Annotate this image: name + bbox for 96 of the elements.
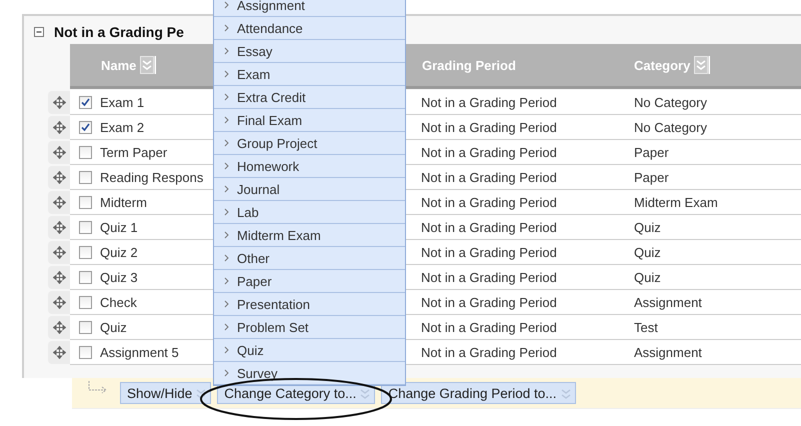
category: Paper	[634, 144, 669, 160]
row-checkbox[interactable]	[79, 270, 92, 284]
item-name: Quiz 1	[100, 220, 138, 234]
chevron-icon	[224, 47, 229, 55]
grading-period: Not in a Grading Period	[421, 194, 557, 210]
menu-item[interactable]: Final Exam	[214, 109, 405, 132]
chevron-icon	[224, 231, 229, 239]
row-checkbox[interactable]	[79, 220, 92, 234]
menu-item[interactable]: Survey	[214, 362, 405, 385]
move-icon[interactable]	[52, 96, 66, 109]
category: No Category	[634, 120, 707, 134]
item-name: Midterm	[100, 194, 147, 210]
action-button[interactable]: Show/Hide	[120, 382, 212, 404]
category: Paper	[634, 170, 669, 184]
collapse-icon[interactable]	[34, 27, 44, 37]
grading-period: Not in a Grading Period	[421, 120, 557, 134]
section-title: Not in a Grading Pe	[54, 24, 184, 40]
category: No Category	[634, 94, 707, 110]
move-icon[interactable]	[52, 271, 66, 284]
row-checkbox[interactable]	[79, 196, 92, 208]
menu-item[interactable]: Problem Set	[214, 316, 405, 339]
menu-item[interactable]: Paper	[214, 270, 405, 293]
category: Quiz	[634, 220, 661, 234]
move-icon[interactable]	[52, 196, 66, 209]
grading-period: Not in a Grading Period	[421, 144, 557, 160]
move-icon[interactable]	[52, 221, 66, 234]
move-icon[interactable]	[52, 296, 66, 309]
category: Test	[634, 320, 658, 334]
chevron-icon	[224, 185, 229, 193]
chevron-icon	[224, 323, 229, 331]
dropdown-icon	[359, 388, 372, 400]
item-name: Quiz 3	[100, 270, 138, 284]
category: Quiz	[634, 270, 661, 284]
category: Assignment	[634, 344, 702, 360]
row-checkbox[interactable]	[79, 296, 92, 308]
item-name: Quiz 2	[100, 244, 138, 260]
menu-item[interactable]: Essay	[214, 40, 405, 63]
grading-period: Not in a Grading Period	[421, 320, 557, 334]
grading-period: Not in a Grading Period	[421, 220, 557, 234]
item-name: Term Paper	[100, 144, 168, 160]
move-icon[interactable]	[52, 121, 66, 134]
category: Assignment	[634, 294, 702, 310]
menu-item[interactable]: Extra Credit	[214, 86, 405, 109]
row-checkbox[interactable]	[79, 246, 92, 258]
action-button[interactable]: Change Grading Period to...	[381, 382, 576, 404]
row-checkbox[interactable]	[79, 170, 92, 184]
menu-item[interactable]: Assignment	[214, 0, 405, 17]
chevron-icon	[224, 116, 229, 124]
menu-item[interactable]: Exam	[214, 63, 405, 86]
move-icon[interactable]	[52, 321, 66, 334]
menu-item[interactable]: Attendance	[214, 17, 405, 40]
chevron-icon	[224, 369, 229, 377]
chevron-icon	[224, 300, 229, 308]
category: Midterm Exam	[634, 194, 718, 210]
move-icon[interactable]	[52, 171, 66, 184]
chevron-icon	[224, 346, 229, 354]
chevron-icon	[224, 24, 229, 32]
row-checkbox[interactable]	[79, 96, 92, 108]
item-name: Exam 2	[100, 120, 144, 134]
menu-item[interactable]: Midterm Exam	[214, 224, 405, 247]
dropdown-icon	[195, 388, 208, 400]
chevron-icon	[224, 254, 229, 262]
grading-period: Not in a Grading Period	[421, 270, 557, 284]
menu-item[interactable]: Group Project	[214, 132, 405, 155]
grading-period: Not in a Grading Period	[421, 94, 557, 110]
item-name: Check	[100, 294, 137, 310]
chevron-icon	[224, 70, 229, 78]
row-checkbox[interactable]	[79, 146, 92, 158]
menu-item[interactable]: Quiz	[214, 339, 405, 362]
row-checkbox[interactable]	[79, 320, 92, 334]
item-name: Reading Respons	[100, 170, 204, 184]
row-checkbox[interactable]	[79, 120, 92, 134]
item-name: Quiz	[100, 320, 127, 334]
chevron-icon	[224, 162, 229, 170]
chevron-icon	[224, 208, 229, 216]
item-name: Assignment 5	[100, 344, 179, 360]
item-name: Exam 1	[100, 94, 144, 110]
grading-period: Not in a Grading Period	[421, 294, 557, 310]
move-icon[interactable]	[52, 346, 66, 359]
chevron-icon	[224, 1, 229, 9]
menu-item[interactable]: Homework	[214, 155, 405, 178]
chevron-icon	[224, 277, 229, 285]
move-icon[interactable]	[52, 246, 66, 259]
grading-period: Not in a Grading Period	[421, 170, 557, 184]
menu-item[interactable]: Presentation	[214, 293, 405, 316]
chevron-icon	[224, 139, 229, 147]
menu-item[interactable]: Journal	[214, 178, 405, 201]
dropdown-icon	[560, 388, 572, 400]
category: Quiz	[634, 244, 661, 260]
grading-period: Not in a Grading Period	[421, 344, 557, 360]
grading-period: Not in a Grading Period	[421, 244, 557, 260]
menu-item[interactable]: Lab	[214, 201, 405, 224]
row-checkbox[interactable]	[79, 346, 92, 358]
menu-item[interactable]: Other	[214, 247, 405, 270]
chevron-icon	[224, 93, 229, 101]
move-icon[interactable]	[52, 146, 66, 159]
